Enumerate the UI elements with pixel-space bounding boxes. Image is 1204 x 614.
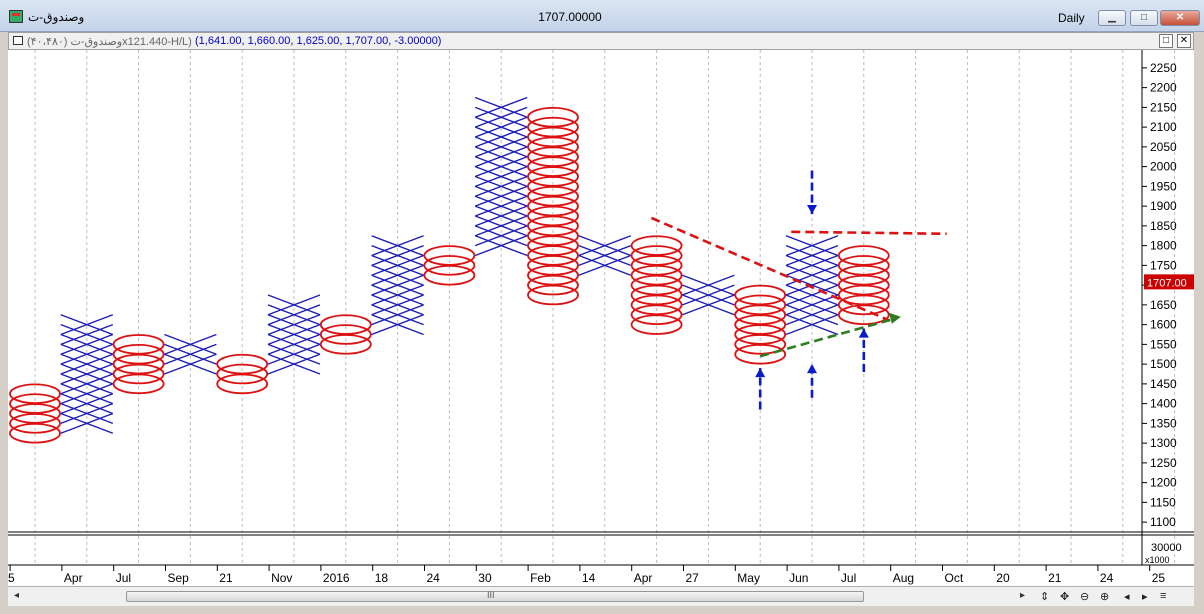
y-tick-label: 1200 bbox=[1150, 476, 1177, 490]
zoom-out-icon[interactable]: ⊖ bbox=[1080, 590, 1089, 603]
x-tick-label: 20 bbox=[996, 571, 1010, 585]
x-tick-label: 2016 bbox=[323, 571, 350, 585]
horizontal-scrollbar[interactable]: ◂ III ▸ ⇕ ✥ ⊖ ⊕ ◂ ▸ ≡ bbox=[8, 586, 1194, 606]
autoscale-icon[interactable]: ⇕ bbox=[1040, 590, 1049, 603]
lower-axis-label: 30000 bbox=[1151, 542, 1182, 554]
y-tick-label: 1350 bbox=[1150, 416, 1177, 430]
x-tick-label: Feb bbox=[530, 571, 551, 585]
y-tick-label: 1900 bbox=[1150, 199, 1177, 213]
chart-area[interactable]: 1100 1150 1200 1250 1300 1350 1400 1450 1500 1550… bbox=[8, 50, 1194, 590]
chart-info-bar: وصندوق-ت (۴۰،۴۸۰)x121.440-H/L) (1,641.00… bbox=[8, 32, 1194, 50]
x-tick-label: May bbox=[737, 571, 760, 585]
last-price-label: 1707.00 bbox=[1147, 277, 1187, 289]
y-tick-label: 2200 bbox=[1150, 81, 1177, 95]
y-tick-label: 1300 bbox=[1150, 436, 1177, 450]
app-icon bbox=[9, 10, 23, 23]
x-tick-label: Oct bbox=[945, 571, 964, 585]
y-tick-label: 1500 bbox=[1150, 357, 1177, 371]
x-tick-label: Jun bbox=[789, 571, 808, 585]
maximize-button[interactable]: □ bbox=[1130, 10, 1158, 26]
lower-axis-label: x1000 bbox=[1145, 555, 1170, 565]
window-title: وصندوق-ت bbox=[28, 10, 85, 24]
x-tick-label: Jul bbox=[116, 571, 131, 585]
x-tick-label: 14 bbox=[582, 571, 596, 585]
y-tick-label: 1150 bbox=[1150, 495, 1176, 509]
chart-select-checkbox[interactable] bbox=[13, 36, 23, 45]
scroll-forward-icon[interactable]: ▸ bbox=[1142, 590, 1148, 603]
scroll-left-arrow[interactable]: ◂ bbox=[14, 590, 19, 601]
x-tick-label: 25 bbox=[1152, 571, 1166, 585]
y-tick-label: 1950 bbox=[1150, 179, 1177, 193]
x-tick-label: Nov bbox=[271, 571, 292, 585]
x-tick-label: 18 bbox=[375, 571, 389, 585]
symbol-label: وصندوق-ت (۴۰،۴۸۰)x121.440-H/L) bbox=[27, 36, 192, 48]
pnf-chart-svg[interactable]: 1100 1150 1200 1250 1300 1350 1400 1450 1500 1550… bbox=[8, 50, 1194, 590]
x-tick-label: 21 bbox=[1048, 571, 1062, 585]
scroll-back-icon[interactable]: ◂ bbox=[1124, 590, 1130, 603]
x-tick-label: 30 bbox=[478, 571, 492, 585]
y-tick-label: 2000 bbox=[1150, 160, 1177, 174]
y-tick-label: 1650 bbox=[1150, 298, 1177, 312]
scroll-grip: III bbox=[487, 590, 495, 600]
y-tick-label: 1600 bbox=[1150, 318, 1177, 332]
y-tick-label: 2050 bbox=[1150, 140, 1177, 154]
chart-menu-icon[interactable]: ≡ bbox=[1160, 590, 1166, 602]
title-bar: وصندوق-ت 1707.00000 Daily ▁ □ ✕ bbox=[0, 0, 1204, 32]
close-button[interactable]: ✕ bbox=[1160, 10, 1200, 26]
x-tick-label: Apr bbox=[64, 571, 83, 585]
zoom-in-icon[interactable]: ⊕ bbox=[1100, 590, 1109, 603]
y-tick-label: 1100 bbox=[1150, 515, 1176, 529]
x-tick-label: 24 bbox=[1100, 571, 1114, 585]
scroll-thumb[interactable]: III bbox=[126, 590, 864, 602]
x-tick-label: 24 bbox=[427, 571, 441, 585]
y-tick-label: 1450 bbox=[1150, 377, 1177, 391]
x-tick-label: Jul bbox=[841, 571, 856, 585]
minimize-button[interactable]: ▁ bbox=[1098, 10, 1126, 26]
x-tick-label: 21 bbox=[219, 571, 233, 585]
y-tick-label: 2150 bbox=[1150, 100, 1177, 114]
x-tick-label: Aug bbox=[893, 571, 914, 585]
scroll-right-arrow[interactable]: ▸ bbox=[1020, 590, 1025, 601]
y-tick-label: 1400 bbox=[1150, 397, 1177, 411]
chart-close-button[interactable]: ✕ bbox=[1177, 34, 1191, 48]
period-label[interactable]: Daily bbox=[1058, 11, 1085, 25]
y-tick-label: 1750 bbox=[1150, 258, 1177, 272]
plot-background bbox=[8, 50, 1194, 590]
move-icon[interactable]: ✥ bbox=[1060, 590, 1069, 603]
x-tick-label: 27 bbox=[686, 571, 700, 585]
y-tick-label: 1850 bbox=[1150, 219, 1177, 233]
x-tick-label: 5 bbox=[8, 571, 15, 585]
y-tick-label: 2250 bbox=[1150, 61, 1177, 75]
x-tick-label: Apr bbox=[634, 571, 653, 585]
y-tick-label: 2100 bbox=[1150, 120, 1177, 134]
window-value: 1707.00000 bbox=[538, 10, 602, 24]
x-tick-label: Sep bbox=[168, 571, 190, 585]
y-tick-label: 1800 bbox=[1150, 239, 1177, 253]
y-tick-label: 1550 bbox=[1150, 337, 1177, 351]
y-tick-label: 1250 bbox=[1150, 456, 1177, 470]
ohlc-values: (1,641.00, 1,660.00, 1,625.00, 1,707.00,… bbox=[195, 35, 442, 47]
chart-restore-button[interactable]: □ bbox=[1159, 34, 1173, 48]
